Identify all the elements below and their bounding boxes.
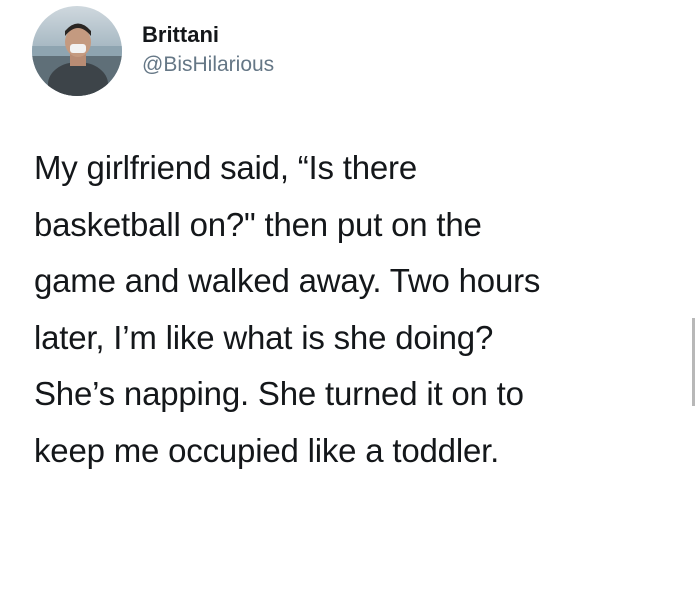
author-display-name[interactable]: Brittani [142,22,274,48]
tweet-text-line: My girlfriend said, “Is there [34,149,417,186]
author-handle[interactable]: @BisHilarious [142,52,274,78]
tweet-text-line: keep me occupied like a toddler. [34,431,500,469]
author-info: Brittani @BisHilarious [142,22,274,78]
tweet-header: Brittani @BisHilarious [32,6,274,96]
tweet-text-line: basketball on?" then put on the [34,205,482,243]
tweet-text-line: She’s napping. She turned it on to [34,375,524,412]
profile-photo-icon [32,6,122,96]
tweet-text-line: game and walked away. Two hours [34,262,541,299]
scrollbar-thumb[interactable] [692,318,695,406]
tweet-text: My girlfriend said, “Is there basketball… [34,140,664,479]
tweet-card: Brittani @BisHilarious My girlfriend sai… [0,0,700,611]
tweet-text-line: later, I’m like what is she doing? [34,318,494,356]
avatar[interactable] [32,6,122,96]
